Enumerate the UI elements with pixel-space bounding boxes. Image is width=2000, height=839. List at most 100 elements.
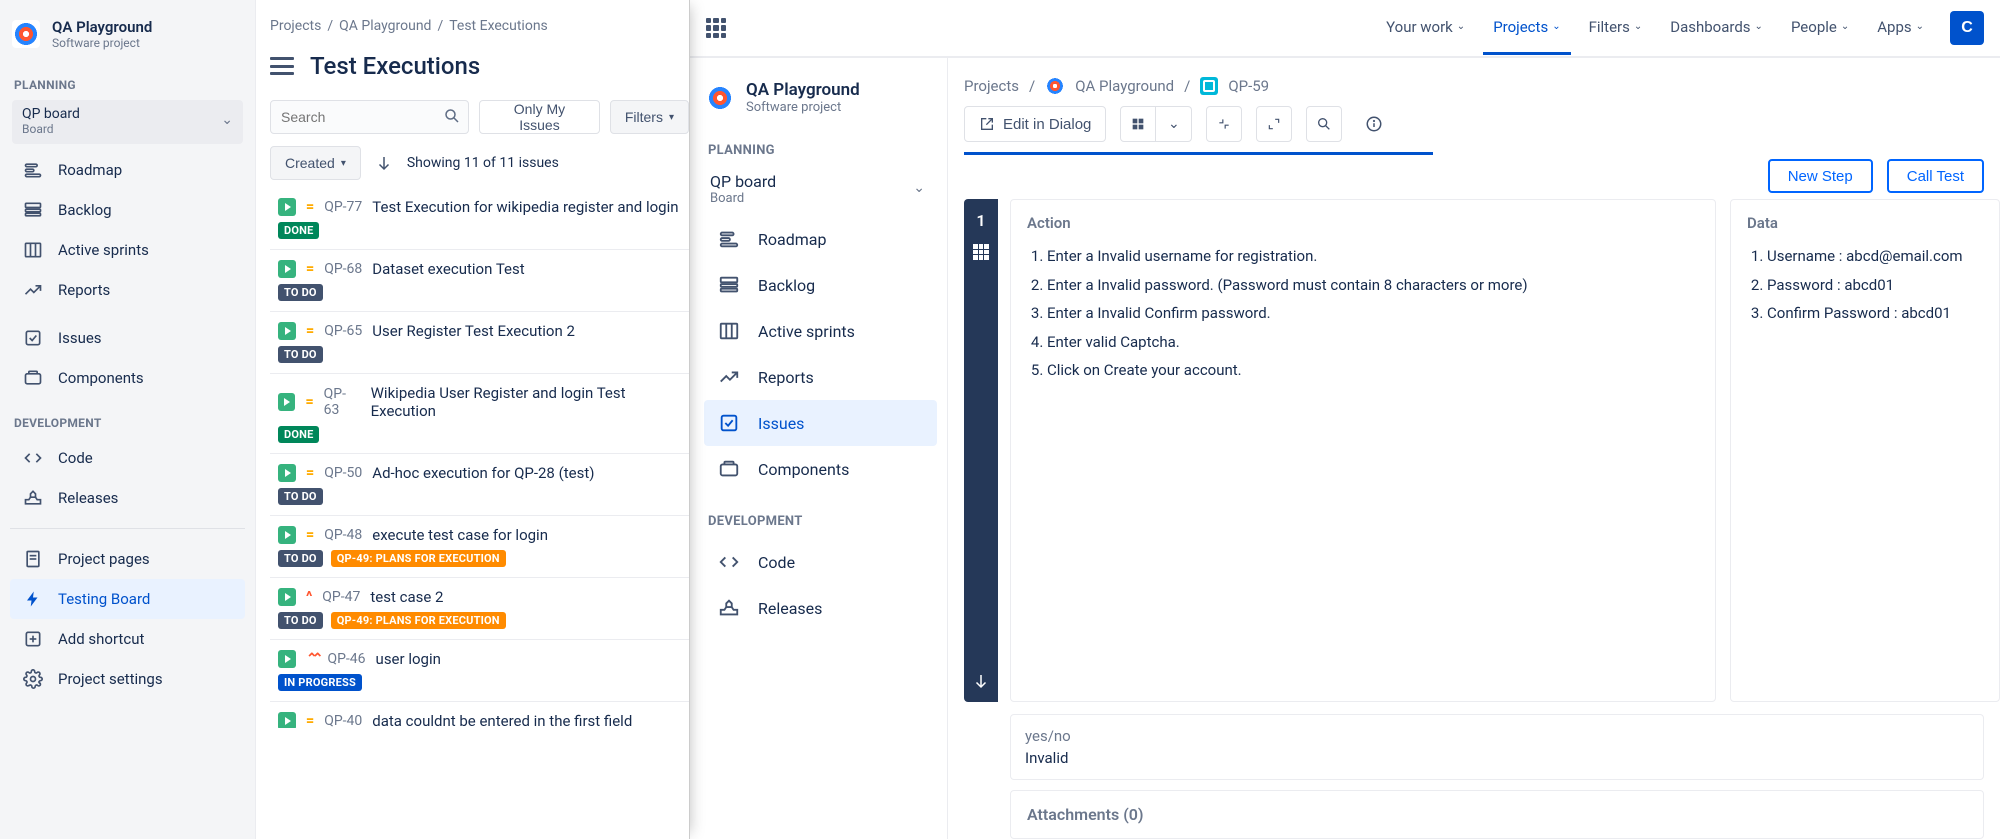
attachments-section[interactable]: Attachments (0)	[1010, 790, 1984, 839]
sidebar-item-roadmap[interactable]: Roadmap	[704, 216, 937, 262]
issue-key: QP-50	[324, 465, 362, 481]
roadmap-icon	[718, 228, 740, 250]
releases-icon	[22, 487, 44, 509]
sidebar-item-code[interactable]: Code	[10, 438, 245, 478]
topnav-projects[interactable]: Projects⌄	[1483, 2, 1570, 55]
breadcrumb-link[interactable]: QA Playground	[339, 18, 431, 34]
left-content: Projects/ QA Playground/ Test Executions…	[256, 0, 689, 839]
sidebar-item-issues[interactable]: Issues	[10, 318, 245, 358]
issue-row[interactable]: ⌃⌃QP-46user loginIN PROGRESS	[270, 639, 689, 701]
view-chevron-button[interactable]: ⌄	[1156, 106, 1192, 142]
create-button[interactable]: C	[1950, 11, 1984, 45]
sidebar-item-releases[interactable]: Releases	[10, 478, 245, 518]
search-step-button[interactable]	[1306, 106, 1342, 142]
call-test-button[interactable]: Call Test	[1887, 159, 1984, 193]
project-avatar-icon	[706, 84, 734, 112]
sidebar-item-reports[interactable]: Reports	[704, 354, 937, 400]
sort-direction-icon[interactable]	[375, 154, 393, 172]
collapse-button[interactable]	[1206, 106, 1242, 142]
topnav-dashboards[interactable]: Dashboards⌄	[1660, 2, 1773, 55]
board-selector[interactable]: QP board Board ⌄	[12, 100, 243, 144]
issue-summary: Dataset execution Test	[372, 260, 524, 278]
action-item: Enter a Invalid password. (Password must…	[1047, 271, 1699, 300]
sidebar-label: Code	[58, 449, 93, 467]
project-type: Software project	[746, 100, 860, 115]
breadcrumb: Projects/ QA Playground/ QP-59	[948, 76, 2000, 100]
breadcrumb-link[interactable]: Test Executions	[449, 18, 548, 34]
issue-row[interactable]: =QP-63Wikipedia User Register and login …	[270, 373, 689, 453]
breadcrumb-link[interactable]: Projects	[270, 18, 321, 34]
board-selector[interactable]: QP board Board ⌄	[706, 168, 935, 210]
epic-badge[interactable]: QP-49: PLANS FOR EXECUTION	[331, 612, 506, 629]
topnav-people[interactable]: People⌄	[1781, 2, 1859, 55]
plus-icon	[22, 628, 44, 650]
issue-summary: Test Execution for wikipedia register an…	[372, 198, 678, 216]
issue-row[interactable]: =QP-40data couldnt be entered in the fir…	[270, 701, 689, 728]
sidebar-label: Components	[58, 369, 144, 387]
issue-row[interactable]: =QP-65User Register Test Execution 2TO D…	[270, 311, 689, 373]
sidebar-item-roadmap[interactable]: Roadmap	[10, 150, 245, 190]
filters-button[interactable]: Filters▾	[610, 100, 689, 134]
expected-result-box[interactable]: yes/no Invalid	[1010, 714, 1984, 780]
issue-list: =QP-77Test Execution for wikipedia regis…	[270, 188, 689, 728]
sort-button[interactable]: Created▾	[270, 146, 361, 180]
issue-summary: data couldnt be entered in the first fie…	[372, 712, 632, 728]
hamburger-icon[interactable]	[270, 57, 294, 75]
app-switcher-icon[interactable]	[706, 18, 726, 38]
only-my-issues-button[interactable]: Only My Issues	[479, 100, 600, 134]
column-header: Data	[1747, 214, 1983, 232]
arrow-down-icon[interactable]	[972, 672, 990, 690]
issue-type-icon	[278, 260, 296, 278]
sidebar-item-code[interactable]: Code	[704, 539, 937, 585]
sidebar-item-testing-board[interactable]: Testing Board	[10, 579, 245, 619]
issue-row[interactable]: =QP-68Dataset execution TestTO DO	[270, 249, 689, 311]
breadcrumb-link[interactable]: Projects	[964, 77, 1019, 95]
expand-button[interactable]	[1256, 106, 1292, 142]
board-sub: Board	[22, 122, 233, 136]
issue-type-icon	[278, 712, 296, 728]
issue-summary: test case 2	[370, 588, 443, 606]
issue-key: QP-68	[324, 261, 362, 277]
section-planning: PLANNING	[10, 60, 245, 100]
issue-row[interactable]: ^QP-47test case 2TO DOQP-49: PLANS FOR E…	[270, 577, 689, 639]
topnav-apps[interactable]: Apps⌄	[1867, 2, 1934, 55]
issue-row[interactable]: =QP-48execute test case for loginTO DOQP…	[270, 515, 689, 577]
epic-badge[interactable]: QP-49: PLANS FOR EXECUTION	[331, 550, 506, 567]
sidebar-item-components[interactable]: Components	[704, 446, 937, 492]
sidebar-item-reports[interactable]: Reports	[10, 270, 245, 310]
chevron-down-icon: ⌄	[1755, 21, 1763, 32]
topnav-filters[interactable]: Filters⌄	[1579, 2, 1653, 55]
drag-handle-icon[interactable]	[973, 244, 989, 260]
project-avatar-icon	[12, 20, 40, 48]
sidebar-label: Roadmap	[758, 230, 826, 249]
sidebar-item-shortcut[interactable]: Add shortcut	[10, 619, 245, 659]
issue-key: QP-65	[324, 323, 362, 339]
new-step-button[interactable]: New Step	[1768, 159, 1873, 193]
sidebar-item-releases[interactable]: Releases	[704, 585, 937, 631]
sidebar-item-issues[interactable]: Issues	[704, 400, 937, 446]
sidebar-item-sprints[interactable]: Active sprints	[10, 230, 245, 270]
info-button[interactable]	[1356, 106, 1392, 142]
sidebar-item-pages[interactable]: Project pages	[10, 539, 245, 579]
edit-in-dialog-button[interactable]: Edit in Dialog	[964, 106, 1106, 142]
breadcrumb-issue-key[interactable]: QP-59	[1228, 77, 1269, 95]
sidebar-item-components[interactable]: Components	[10, 358, 245, 398]
priority-icon: =	[306, 200, 314, 214]
breadcrumb-link[interactable]: QA Playground	[1075, 77, 1174, 95]
topnav-your-work[interactable]: Your work⌄	[1376, 2, 1475, 55]
sidebar-item-settings[interactable]: Project settings	[10, 659, 245, 699]
issue-type-icon	[278, 526, 296, 544]
section-development: DEVELOPMENT	[704, 492, 937, 539]
search-input[interactable]	[270, 100, 469, 134]
step-number: 1	[976, 211, 985, 230]
view-grid-button[interactable]	[1120, 106, 1156, 142]
project-name: QA Playground	[746, 80, 860, 100]
issue-row[interactable]: =QP-50Ad-hoc execution for QP-28 (test)T…	[270, 453, 689, 515]
search-icon	[443, 107, 461, 125]
sidebar-label: Reports	[758, 368, 814, 387]
sidebar-item-backlog[interactable]: Backlog	[10, 190, 245, 230]
sidebar-item-backlog[interactable]: Backlog	[704, 262, 937, 308]
sidebar-item-sprints[interactable]: Active sprints	[704, 308, 937, 354]
issue-row[interactable]: =QP-77Test Execution for wikipedia regis…	[270, 188, 689, 249]
priority-icon: =	[306, 324, 314, 338]
